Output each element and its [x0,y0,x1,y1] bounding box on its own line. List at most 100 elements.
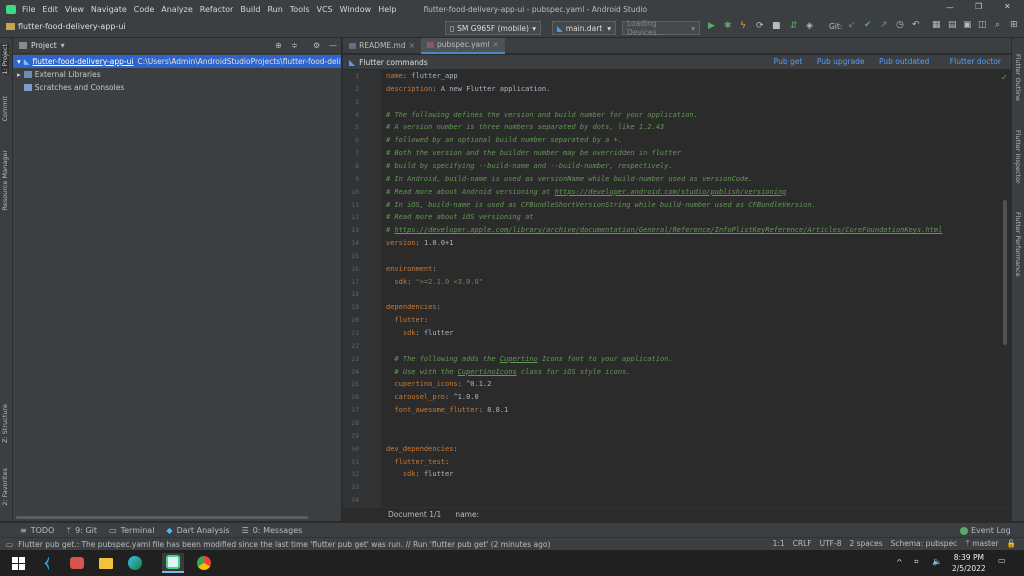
sdk-manager-icon[interactable]: ▤ [948,20,957,30]
menu-item-window[interactable]: Window [340,5,372,14]
tool-messages[interactable]: ☰ 0: Messages [242,526,303,535]
menu-item-tools[interactable]: Tools [290,5,310,14]
line-separator[interactable]: CRLF [793,539,812,548]
device-selector[interactable]: ▯ SM G965F (mobile) ▾ [445,21,541,35]
git-update-icon[interactable]: ↙ [848,20,856,30]
code-line[interactable]: name: flutter_app [386,72,458,80]
taskbar-edge[interactable] [124,553,146,573]
code-line[interactable]: # Read more about Android versioning at … [386,188,786,196]
tab-commit[interactable]: Commit [1,96,9,122]
close-icon[interactable]: × [493,40,499,49]
debug-icon[interactable]: ✱ [724,21,732,31]
minimize-button[interactable]: — [946,3,954,12]
device-manager-icon[interactable]: ◫ [978,20,987,30]
json-schema[interactable]: Schema: pubspec [891,539,958,548]
code-line[interactable]: # In iOS, build-name is used as CFBundle… [386,201,816,209]
chevron-right-icon[interactable]: ▸ [17,70,21,79]
history-icon[interactable]: ◷ [896,20,904,30]
code-line[interactable]: font_awesome_flutter: 8.8.1 [386,406,508,414]
menu-item-file[interactable]: File [22,5,35,14]
code-line[interactable]: carousel_pro: ^1.0.0 [386,393,478,401]
code-line[interactable]: # The following adds the Cupertino Icons… [386,355,672,363]
tab-flutter-performance[interactable]: Flutter Performance [1014,212,1022,277]
pub-outdated-link[interactable]: Pub outdated [879,57,929,66]
code-line[interactable]: flutter_test: [386,458,449,466]
code-line[interactable]: sdk: flutter [386,329,454,337]
code-line[interactable]: # Read more about iOS versioning at [386,213,534,221]
tab-flutter-inspector[interactable]: Flutter Inspector [1014,130,1022,184]
search-icon[interactable]: ⌕ [995,20,1000,30]
code-line[interactable]: # build by specifying --build-name and -… [386,162,673,170]
menu-item-help[interactable]: Help [378,5,396,14]
tool-todo[interactable]: ≡ TODO [20,526,54,535]
code-line[interactable]: # In Android, build-name is used as vers… [386,175,753,183]
horizontal-scrollbar[interactable] [16,516,308,519]
breadcrumb-node[interactable]: name: [455,510,479,519]
git-branch[interactable]: ᛘ master [965,539,998,548]
caret-position[interactable]: 1:1 [773,539,785,548]
tab-structure[interactable]: Z: Structure [1,404,9,443]
code-line[interactable]: # The following defines the version and … [386,111,698,119]
code-line[interactable]: # followed by an optional build number s… [386,136,622,144]
windows-start-button[interactable] [7,553,29,573]
ide-features-icon[interactable]: ⊞ [1010,20,1018,30]
menu-item-navigate[interactable]: Navigate [91,5,127,14]
document-indicator[interactable]: Document 1/1 [388,510,441,519]
pub-get-link[interactable]: Pub get [774,57,803,66]
tab-project[interactable]: 1: Project [1,44,9,75]
tool-terminal[interactable]: ▭ Terminal [109,526,154,535]
flutter-doctor-link[interactable]: Flutter doctor [950,57,1001,66]
project-breadcrumb[interactable]: flutter-food-delivery-app-ui [18,22,126,31]
tab-resource-manager[interactable]: Resource Manager [1,150,9,210]
code-line[interactable]: dependencies: [386,303,441,311]
project-view-selector[interactable]: Project [31,41,57,50]
close-button[interactable]: ✕ [1004,2,1011,11]
taskbar-app-2[interactable] [66,553,88,573]
tool-dart-analysis[interactable]: ◆ Dart Analysis [166,526,229,535]
rollback-icon[interactable]: ↶ [912,20,920,30]
code-line[interactable]: sdk: ">=2.1.0 <3.0.0" [386,278,483,286]
tab-favorites[interactable]: 2: Favorites [1,468,9,506]
git-commit-icon[interactable]: ✔ [864,20,872,30]
taskbar-file-explorer[interactable] [95,553,117,573]
vertical-scrollbar[interactable] [1003,200,1007,345]
maximize-button[interactable]: ❐ [975,2,982,11]
taskbar-android-studio[interactable] [162,553,184,573]
menu-item-build[interactable]: Build [240,5,260,14]
chevron-down-icon[interactable]: ▾ [61,41,65,50]
git-push-icon[interactable]: ↗ [880,20,888,30]
code-line[interactable]: description: A new Flutter application. [386,85,550,93]
notification-icon[interactable]: ▭ [998,556,1006,565]
menu-item-vcs[interactable]: VCS [317,5,333,14]
hide-icon[interactable]: — [329,41,337,50]
avd-manager-icon[interactable]: ▣ [963,20,972,30]
menu-item-edit[interactable]: Edit [42,5,58,14]
menu-item-view[interactable]: View [65,5,84,14]
code-line[interactable]: # Use with the CupertinoIcons class for … [386,368,630,376]
code-line[interactable]: dev_dependencies: [386,445,458,453]
tree-item-project-root[interactable]: ▾ ◣ flutter-food-delivery-app-ui C:\User… [13,55,341,68]
hot-reload-icon[interactable]: ϟ [740,21,746,31]
menu-item-run[interactable]: Run [267,5,282,14]
loading-devices-field[interactable]: Loading Devices... ▾ [622,19,700,37]
sync-icon[interactable]: ◈ [806,21,813,31]
pub-upgrade-link[interactable]: Pub upgrade [817,57,865,66]
tray-overflow-icon[interactable]: ^ [896,558,903,567]
attach-icon[interactable]: ⇵ [790,21,798,31]
taskbar-vscode[interactable]: ⧼ [36,553,58,573]
line-number-gutter[interactable]: 1 2 3 4 5 6 7 8 9 10 11 12 13 14 15 16 17 18 19 20 21 22 23 24 2… [343,70,381,507]
tree-item-scratches[interactable]: ▸ Scratches and Consoles [13,81,341,94]
close-icon[interactable]: × [409,41,415,50]
locate-icon[interactable]: ⊕ [275,41,282,50]
network-icon[interactable]: ⌗ [914,557,919,567]
code-line[interactable]: environment: [386,265,437,273]
file-encoding[interactable]: UTF-8 [820,539,842,548]
menu-item-code[interactable]: Code [134,5,154,14]
code-line[interactable]: # Both the version and the builder numbe… [386,149,681,157]
code-line[interactable]: sdk: flutter [386,470,454,478]
clock[interactable]: 8:39 PM 2/5/2022 [952,552,986,574]
status-message[interactable]: Flutter pub get.: The pubspec.yaml file … [18,540,550,549]
chevron-down-icon[interactable]: ▾ [17,57,21,66]
taskbar-chrome[interactable] [193,553,215,573]
tab-flutter-outline[interactable]: Flutter Outline [1014,54,1022,101]
